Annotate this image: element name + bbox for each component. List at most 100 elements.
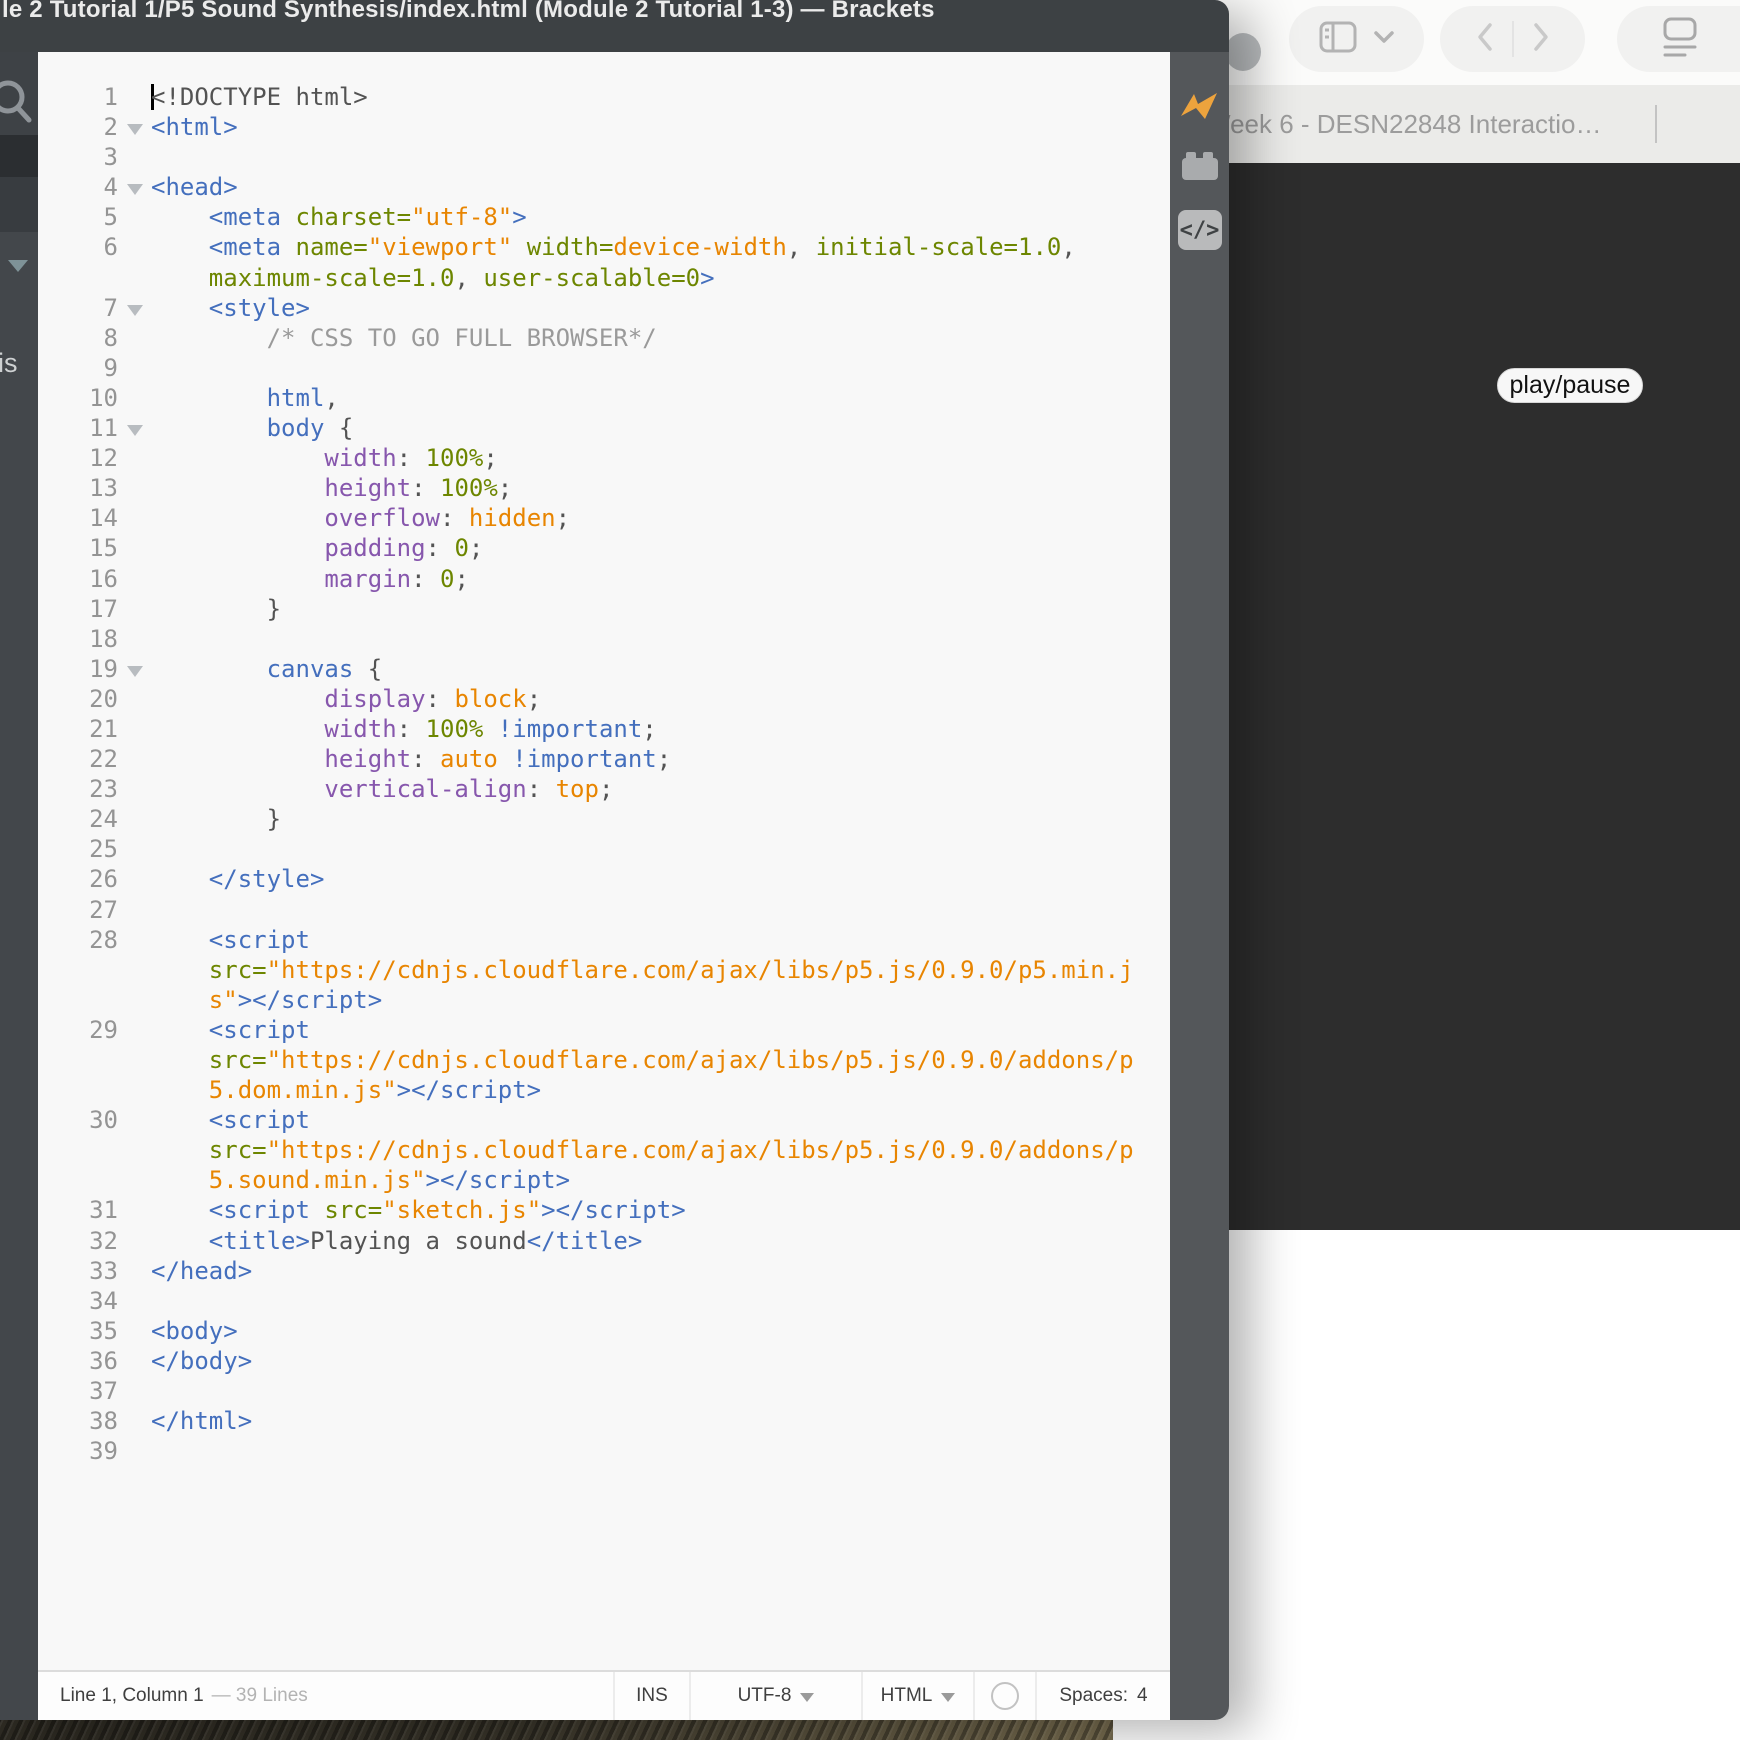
line-number: 16 <box>38 564 118 594</box>
code-row: 12 width: 100%; <box>38 443 1170 473</box>
code-row: 34 <box>38 1286 1170 1316</box>
sliver-partial-label: is <box>0 348 18 379</box>
fold-arrow-icon[interactable] <box>118 654 151 684</box>
line-number: 15 <box>38 533 118 563</box>
tab-overview-icon <box>1661 15 1701 64</box>
code-row: 4 <head> <box>38 172 1170 202</box>
code-row: 3 <box>38 142 1170 172</box>
code-row: 5 <meta charset="utf-8"> <box>38 202 1170 232</box>
line-number: 28 <box>38 925 118 955</box>
code-row: 30 <script <box>38 1105 1170 1135</box>
browser-tab-title[interactable]: Week 6 - DESN22848 Interactio… <box>1206 85 1601 163</box>
code-text: margin: 0; <box>151 565 469 593</box>
language-select[interactable]: HTML <box>861 1672 973 1720</box>
live-preview-button[interactable] <box>1170 90 1229 122</box>
background-sidebar-sliver: is <box>0 52 38 1720</box>
code-row: 16 margin: 0; <box>38 564 1170 594</box>
line-number: 10 <box>38 383 118 413</box>
line-number: 21 <box>38 714 118 744</box>
code-text: padding: 0; <box>151 534 483 562</box>
search-icon[interactable] <box>0 78 42 135</box>
code-row: 26 </style> <box>38 864 1170 894</box>
code-row: 14 overflow: hidden; <box>38 503 1170 533</box>
code-rows: 1<!DOCTYPE html>2<html>34<head>5 <meta c… <box>38 52 1170 1466</box>
lint-indicator[interactable] <box>973 1672 1035 1720</box>
brackets-right-toolbar: </> <box>1170 52 1229 1720</box>
line-number: 4 <box>38 172 118 202</box>
code-row: 7 <style> <box>38 293 1170 323</box>
window-control-icon[interactable] <box>1225 33 1261 71</box>
line-number: 1 <box>38 82 118 112</box>
line-number: 5 <box>38 202 118 232</box>
code-tag-icon: </> <box>1178 210 1222 250</box>
code-text: </html> <box>151 1407 252 1435</box>
line-number: 27 <box>38 895 118 925</box>
line-number: 39 <box>38 1436 118 1466</box>
line-number: 2 <box>38 112 118 142</box>
extension-manager-button[interactable] <box>1170 152 1229 182</box>
code-row: src="https://cdnjs.cloudflare.com/ajax/l… <box>38 1045 1170 1075</box>
extension-code-button[interactable]: </> <box>1170 210 1229 250</box>
line-number: 7 <box>38 293 118 323</box>
line-number: 23 <box>38 774 118 804</box>
window-title: le 2 Tutorial 1/P5 Sound Synthesis/index… <box>2 0 935 24</box>
line-number: 35 <box>38 1316 118 1346</box>
sidebar-toggle-button[interactable] <box>1289 6 1424 72</box>
disclosure-triangle-icon[interactable] <box>8 260 28 272</box>
tab-separator <box>1655 105 1657 143</box>
code-row: 38 </html> <box>38 1406 1170 1436</box>
line-number: 3 <box>38 142 118 172</box>
code-row: 20 display: block; <box>38 684 1170 714</box>
line-number: 11 <box>38 413 118 443</box>
code-text: 5.dom.min.js"></script> <box>151 1076 541 1104</box>
forward-button[interactable] <box>1528 19 1554 60</box>
code-row: 28 <script <box>38 925 1170 955</box>
code-text: <head> <box>151 173 238 201</box>
code-text: <script <box>151 1016 310 1044</box>
code-text: s"></script> <box>151 986 382 1014</box>
play-pause-button[interactable]: play/pause <box>1497 368 1643 403</box>
indent-setting[interactable]: Spaces: 4 <box>1035 1672 1170 1720</box>
code-text: width: 100%; <box>151 444 498 472</box>
encoding-label: UTF-8 <box>738 1685 792 1707</box>
fold-arrow-icon[interactable] <box>118 413 151 443</box>
lightning-bolt-icon <box>1179 90 1221 122</box>
code-text: body { <box>151 414 353 442</box>
brackets-titlebar[interactable]: le 2 Tutorial 1/P5 Sound Synthesis/index… <box>0 0 1229 52</box>
line-number: 24 <box>38 804 118 834</box>
back-button[interactable] <box>1472 19 1498 60</box>
encoding-select[interactable]: UTF-8 <box>689 1672 861 1720</box>
code-row: 27 <box>38 895 1170 925</box>
code-text: src="https://cdnjs.cloudflare.com/ajax/l… <box>151 956 1134 984</box>
fold-arrow-icon[interactable] <box>118 172 151 202</box>
line-number: 36 <box>38 1346 118 1376</box>
line-number: 9 <box>38 353 118 383</box>
line-number: 32 <box>38 1226 118 1256</box>
code-row: 8 /* CSS TO GO FULL BROWSER*/ <box>38 323 1170 353</box>
code-row: 9 <box>38 353 1170 383</box>
code-text: </body> <box>151 1347 252 1375</box>
line-number: 26 <box>38 864 118 894</box>
sliver-selected-row <box>0 135 38 177</box>
code-row: 5.dom.min.js"></script> <box>38 1075 1170 1105</box>
line-number: 13 <box>38 473 118 503</box>
code-row: maximum-scale=1.0, user-scalable=0> <box>38 263 1170 293</box>
line-number: 22 <box>38 744 118 774</box>
line-number: 38 <box>38 1406 118 1436</box>
code-row: 5.sound.min.js"></script> <box>38 1165 1170 1195</box>
code-text: maximum-scale=1.0, user-scalable=0> <box>151 264 715 292</box>
code-text: <html> <box>151 113 238 141</box>
code-text: <body> <box>151 1317 238 1345</box>
code-editor[interactable]: 1<!DOCTYPE html>2<html>34<head>5 <meta c… <box>38 52 1170 1670</box>
sliver-segment <box>0 177 38 232</box>
line-number: 29 <box>38 1015 118 1045</box>
tab-overview-button[interactable] <box>1617 6 1740 72</box>
code-text: } <box>151 805 281 833</box>
fold-arrow-icon[interactable] <box>118 293 151 323</box>
code-text: </style> <box>151 865 324 893</box>
code-row: 31 <script src="sketch.js"></script> <box>38 1195 1170 1225</box>
code-text: src="https://cdnjs.cloudflare.com/ajax/l… <box>151 1136 1134 1164</box>
insert-mode-indicator[interactable]: INS <box>613 1672 689 1720</box>
fold-arrow-icon[interactable] <box>118 112 151 142</box>
code-row: 32 <title>Playing a sound</title> <box>38 1226 1170 1256</box>
